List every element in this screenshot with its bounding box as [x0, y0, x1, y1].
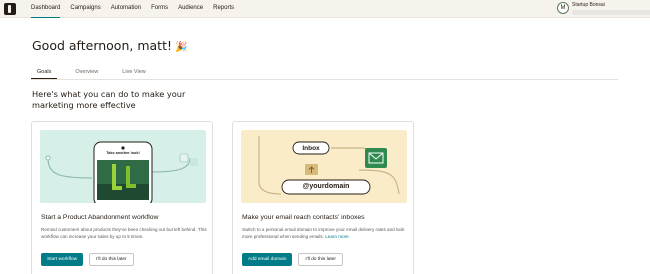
- goal-card-product-abandonment: Take another look! Start a Product Aband…: [31, 121, 213, 274]
- product-abandonment-illustration: Take another look!: [40, 130, 206, 203]
- add-email-domain-button[interactable]: Add email domain: [242, 253, 293, 266]
- phone-caption: Take another look!: [106, 151, 140, 155]
- card-title: Start a Product Abandonment workflow: [41, 214, 159, 221]
- tab-live-view[interactable]: Live View: [116, 68, 151, 79]
- tab-goals[interactable]: Goals: [31, 68, 58, 79]
- do-later-button[interactable]: I'll do this later: [298, 253, 343, 266]
- card-description: Switch to a personal email domain to imp…: [242, 227, 410, 240]
- inbox-envelope-icon: [258, 136, 400, 195]
- top-navigation-bar: Dashboard Campaigns Automation Forms Aud…: [0, 0, 650, 18]
- card-actions: Add email domain I'll do this later: [242, 253, 343, 266]
- nav-forms[interactable]: Forms: [151, 0, 168, 18]
- email-domain-illustration: Inbox @yourdomain: [241, 130, 407, 203]
- card-description: Remind customers about products they've …: [41, 227, 207, 239]
- main-nav: Dashboard Campaigns Automation Forms Aud…: [31, 0, 244, 18]
- party-popper-icon: 🎉: [174, 42, 188, 53]
- start-workflow-button[interactable]: Start workflow: [41, 253, 84, 266]
- tab-overview[interactable]: Overview: [69, 68, 104, 79]
- card-actions: Start workflow I'll do this later: [41, 253, 134, 266]
- inbox-label: Inbox: [302, 145, 320, 152]
- nav-dashboard[interactable]: Dashboard: [31, 0, 61, 18]
- nav-audience[interactable]: Audience: [178, 0, 203, 18]
- nav-automation[interactable]: Automation: [111, 0, 141, 18]
- card-title: Make your email reach contacts' inboxes: [242, 214, 365, 221]
- workflow-phone-icon: [45, 141, 198, 203]
- domain-label: @yourdomain: [302, 183, 350, 190]
- page-title: Good afternoon, matt! 🎉: [32, 38, 187, 53]
- mailchimp-logo-icon[interactable]: [4, 3, 16, 15]
- nav-reports[interactable]: Reports: [213, 0, 234, 18]
- goal-card-email-domain: Inbox @yourdomain Make your email reach …: [232, 121, 414, 274]
- learn-more-link[interactable]: Learn more: [325, 234, 349, 239]
- account-name: Startup Bonsai: [572, 2, 605, 8]
- section-title: Here's what you can do to make your mark…: [32, 89, 186, 110]
- nav-campaigns[interactable]: Campaigns: [70, 0, 100, 18]
- greeting-text: Good afternoon, matt!: [32, 38, 172, 53]
- dashboard-tabs: Goals Overview Live View: [31, 68, 618, 80]
- card-description-text: Switch to a personal email domain to imp…: [242, 227, 405, 239]
- account-email-redacted: [572, 10, 650, 15]
- do-later-button[interactable]: I'll do this later: [89, 253, 134, 266]
- avatar[interactable]: M: [557, 2, 569, 14]
